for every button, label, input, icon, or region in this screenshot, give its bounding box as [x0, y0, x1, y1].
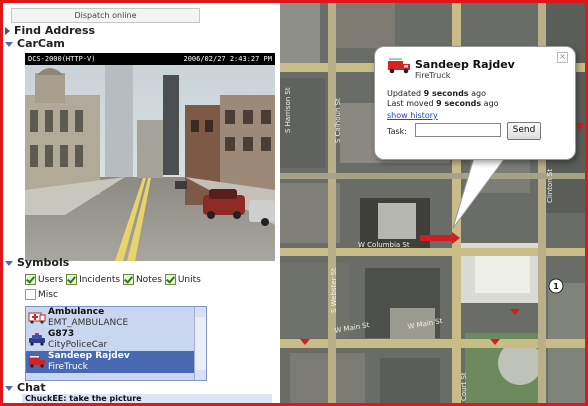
updated-suffix: ago: [468, 89, 486, 98]
incidents-filter-label: Incidents: [79, 275, 121, 285]
unit-name: Sandeep Rajdev: [48, 351, 130, 361]
unit-name: Ambulance: [48, 307, 105, 317]
street-label: Court St: [460, 372, 468, 401]
fire-truck-icon: [29, 356, 45, 368]
moved-prefix: Last moved: [387, 99, 437, 108]
dispatch-status: Dispatch online: [11, 8, 200, 23]
unit-info-popup: × Sandeep Rajdev FireTruck Updated 9 sec…: [374, 46, 576, 160]
collapse-arrow-icon: [5, 41, 13, 47]
chat-section[interactable]: Chat: [3, 381, 46, 394]
unit-type: FireTruck: [48, 362, 88, 372]
unit-name: G873: [48, 329, 75, 339]
symbol-filters: Users Incidents Notes Units Misc: [25, 273, 201, 303]
sidebar-panel: Dispatch online Find Address CarCam DCS-…: [3, 3, 277, 403]
incidents-filter[interactable]: Incidents: [66, 274, 121, 285]
misc-filter-label: Misc: [38, 290, 58, 300]
carcam-label: CarCam: [17, 37, 65, 50]
collapse-arrow-icon: [5, 385, 13, 391]
street-camera-image: [25, 65, 275, 261]
find-address-label: Find Address: [14, 24, 96, 37]
police-car-icon: [29, 333, 45, 346]
task-input[interactable]: [415, 123, 501, 137]
notes-filter-label: Notes: [135, 275, 162, 285]
users-filter[interactable]: Users: [25, 274, 64, 285]
fire-truck-icon: [388, 58, 410, 74]
unit-type: CityPoliceCar: [48, 340, 108, 350]
list-item[interactable]: G873 CityPoliceCar: [26, 329, 206, 351]
expand-arrow-icon: [5, 27, 10, 35]
find-address-section[interactable]: Find Address: [3, 24, 95, 37]
scroll-up-icon[interactable]: [195, 307, 206, 317]
moved-value: 9 seconds: [436, 99, 482, 108]
units-list[interactable]: Ambulance EMT_AMBULANCE G873 CityPoliceC…: [25, 306, 207, 381]
send-button[interactable]: Send: [507, 122, 541, 140]
last-moved-line: Last moved 9 seconds ago: [387, 99, 499, 108]
moved-suffix: ago: [481, 99, 499, 108]
chat-label: Chat: [17, 381, 46, 394]
street-label: S Calhoun St: [334, 98, 342, 143]
camera-timestamp: 2006/02/27 2:43:27 PM: [183, 55, 272, 63]
unit-type: EMT_AMBULANCE: [48, 318, 129, 328]
popup-unit-type: FireTruck: [415, 71, 451, 80]
checkbox-checked-icon[interactable]: [66, 274, 78, 285]
notes-filter[interactable]: Notes: [122, 274, 162, 285]
units-list-scrollbar[interactable]: [194, 307, 206, 380]
list-item[interactable]: Ambulance EMT_AMBULANCE: [26, 307, 206, 329]
symbols-label: Symbols: [17, 256, 70, 269]
misc-filter[interactable]: Misc: [25, 289, 58, 300]
list-item-selected[interactable]: Sandeep Rajdev FireTruck: [26, 351, 206, 373]
symbols-section[interactable]: Symbols: [3, 256, 69, 269]
updated-prefix: Updated: [387, 89, 424, 98]
chat-message: ChuckEE: take the picture: [22, 394, 272, 403]
street-label: Clinton St: [546, 169, 554, 203]
updated-value: 9 seconds: [423, 89, 469, 98]
checkbox-unchecked-icon[interactable]: [25, 289, 36, 300]
checkbox-checked-icon[interactable]: [25, 274, 36, 285]
carcam-section[interactable]: CarCam: [3, 37, 65, 50]
ambulance-icon: [28, 312, 46, 324]
updated-line: Updated 9 seconds ago: [387, 89, 486, 98]
users-filter-label: Users: [38, 275, 64, 285]
units-filter-label: Units: [177, 275, 201, 285]
street-label: S Harrison St: [284, 87, 292, 133]
popup-unit-name: Sandeep Rajdev: [415, 58, 515, 71]
popup-pointer: [452, 154, 509, 229]
checkbox-checked-icon[interactable]: [122, 274, 134, 285]
close-icon[interactable]: ×: [557, 52, 568, 63]
units-filter[interactable]: Units: [164, 274, 201, 285]
collapse-arrow-icon: [5, 260, 13, 266]
street-label: W Columbia St: [358, 241, 410, 249]
scroll-down-icon[interactable]: [195, 370, 206, 380]
checkbox-checked-icon[interactable]: [164, 274, 176, 285]
carcam-infobar: DCS-2000(HTTP-V) 2006/02/27 2:43:27 PM: [25, 53, 275, 65]
camera-device-label: DCS-2000(HTTP-V): [28, 55, 96, 63]
street-label: S Webster St: [330, 268, 338, 313]
show-history-link[interactable]: show history: [387, 111, 438, 120]
carcam-video[interactable]: DCS-2000(HTTP-V) 2006/02/27 2:43:27 PM: [25, 53, 275, 261]
route-badge: 1: [553, 282, 559, 291]
task-label: Task:: [387, 127, 407, 136]
